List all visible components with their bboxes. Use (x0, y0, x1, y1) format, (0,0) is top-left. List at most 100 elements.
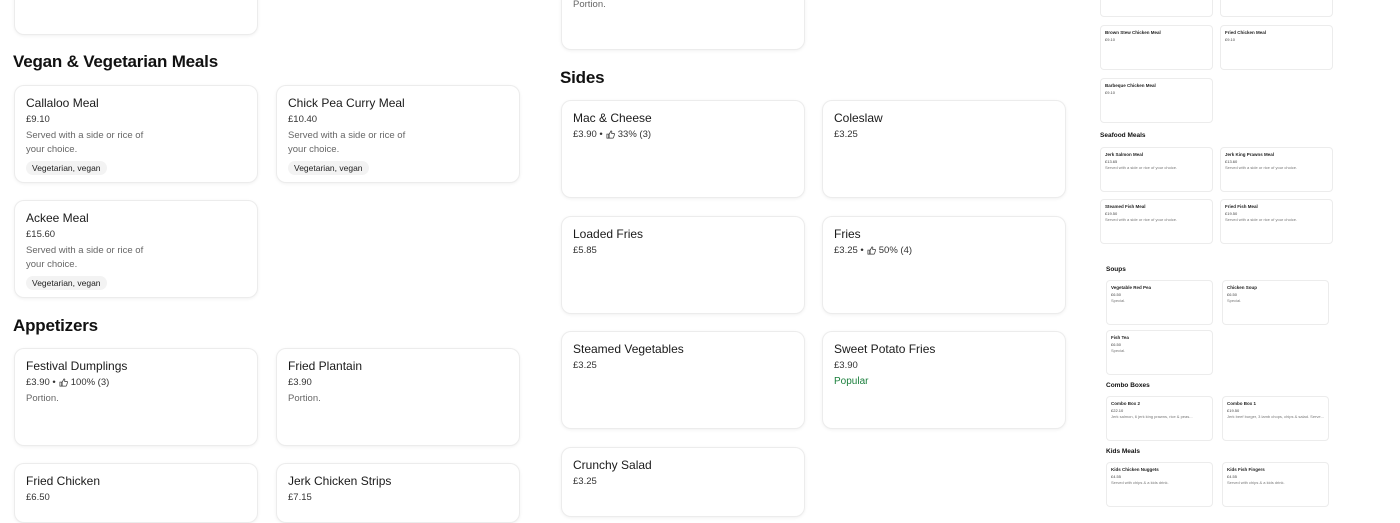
mini-item-name: Combo Box 1 (1227, 401, 1257, 406)
mini-item-brown-stew[interactable]: Brown Stew Chicken Meal £9.10 (1100, 25, 1213, 70)
item-price: £3.90 • (26, 377, 56, 388)
thumbs-up-icon (59, 378, 68, 387)
mini-item-chicken-soup[interactable]: Chicken Soup £6.50 Special. (1222, 280, 1329, 325)
mini-item-price: £6.50 (1111, 292, 1122, 297)
item-name: Fried Plantain (288, 359, 363, 373)
item-name: Coleslaw (834, 111, 883, 125)
item-price: £3.90 (288, 377, 312, 388)
item-desc: Portion. (288, 393, 321, 404)
item-name: Fried Chicken (26, 474, 101, 488)
mini-item-price: £22.10 (1111, 408, 1124, 413)
mini-item-price: £6.50 (1111, 342, 1122, 347)
mini-item-name: Fish Tea (1111, 335, 1129, 340)
mini-item-price: £9.10 (1225, 37, 1236, 42)
mini-item-name: Kids Chicken Nuggets (1111, 467, 1159, 472)
menu-item-coleslaw[interactable]: Coleslaw £3.25 (822, 100, 1066, 198)
item-name: Sweet Potato Fries (834, 342, 936, 356)
mini-item-jerk-prawns[interactable]: Jerk King Prawns Meal £13.60 Served with… (1220, 147, 1333, 192)
menu-item-sweet-potato[interactable]: Sweet Potato Fries £3.90 Popular (822, 331, 1066, 429)
mini-item-veg-red-pea[interactable]: Vegetable Red Pea £6.50 Special. (1106, 280, 1213, 325)
mini-item-name: Jerk Salmon Meal (1105, 152, 1144, 157)
mini-section-kids: Kids Meals (1106, 448, 1140, 455)
item-name: Fries (834, 227, 861, 241)
top-middle-card[interactable]: Portion. (561, 0, 805, 50)
mini-item-name: Kids Fish Fingers (1227, 467, 1265, 472)
mini-item-kids-nuggets[interactable]: Kids Chicken Nuggets £4.55 Served with c… (1106, 462, 1213, 507)
mini-item-jerk-salmon[interactable]: Jerk Salmon Meal £13.65 Served with a si… (1100, 147, 1213, 192)
item-price: £3.90 (834, 360, 858, 371)
item-rating: 100% (3) (70, 377, 110, 388)
diet-tag: Vegetarian, vegan (26, 276, 107, 290)
item-rating: 50% (4) (878, 245, 913, 256)
mini-item-desc: Special. (1227, 298, 1242, 303)
item-name: Crunchy Salad (573, 458, 652, 472)
item-price: £3.25 (834, 129, 858, 140)
mini-card-top-right[interactable] (1220, 0, 1333, 17)
mini-item-name: Fried Fish Meal (1225, 204, 1258, 209)
mini-card-top-left[interactable] (1100, 0, 1213, 17)
mini-item-combo-1[interactable]: Combo Box 1 £19.50 Jerk beef burger, 3 l… (1222, 396, 1329, 441)
thumbs-up-icon (867, 246, 876, 255)
mini-item-fried-chicken-meal[interactable]: Fried Chicken Meal £9.10 (1220, 25, 1333, 70)
item-price: £6.50 (26, 492, 50, 503)
mini-item-name: Steamed Fish Meal (1105, 204, 1146, 209)
mini-item-name: Jerk King Prawns Meal (1225, 152, 1275, 157)
mini-section-combo: Combo Boxes (1106, 382, 1150, 389)
menu-item-ackee[interactable]: Ackee Meal £15.60 Served with a side or … (14, 200, 258, 298)
section-title-sides: Sides (560, 68, 605, 87)
item-price: £3.90 • (573, 129, 603, 140)
menu-item-chickpea[interactable]: Chick Pea Curry Meal £10.40 Served with … (276, 85, 520, 183)
item-price: £3.25 (573, 476, 597, 487)
item-price: £15.60 (26, 229, 56, 240)
item-name: Steamed Vegetables (573, 342, 684, 356)
menu-item-fries[interactable]: Fries £3.25 • 50% (4) (822, 216, 1066, 314)
menu-item-plantain[interactable]: Fried Plantain £3.90 Portion. (276, 348, 520, 446)
item-price-row: £3.90 • 33% (3) (573, 129, 793, 140)
mini-item-desc: Served with a side or rice of your choic… (1105, 165, 1178, 170)
mini-item-name: Chicken Soup (1227, 285, 1258, 290)
mini-item-fish-tea[interactable]: Fish Tea £6.50 Special. (1106, 330, 1213, 375)
item-price: £9.10 (26, 114, 50, 125)
menu-item-callaloo[interactable]: Callaloo Meal £9.10 Served with a side o… (14, 85, 258, 183)
mini-item-desc: Jerk salmon, 6 jerk king prawns, rice & … (1111, 414, 1193, 419)
mini-item-bbq-chicken[interactable]: Barbeque Chicken Meal £9.10 (1100, 78, 1213, 123)
item-rating: 33% (3) (617, 129, 652, 140)
menu-item-crunchy-salad[interactable]: Crunchy Salad £3.25 (561, 447, 805, 517)
item-desc: Served with a side or rice of your choic… (288, 130, 406, 155)
item-price: £7.15 (288, 492, 312, 503)
item-name: Chick Pea Curry Meal (288, 96, 405, 110)
mini-item-kids-fish-fingers[interactable]: Kids Fish Fingers £4.55 Served with chip… (1222, 462, 1329, 507)
item-name: Callaloo Meal (26, 96, 99, 110)
item-price: £3.25 (573, 360, 597, 371)
item-price-row: £3.25 • 50% (4) (834, 245, 1054, 256)
menu-item-steamed-veg[interactable]: Steamed Vegetables £3.25 (561, 331, 805, 429)
mini-item-desc: Jerk beef burger, 3 lamb chops, chips & … (1227, 414, 1324, 419)
item-name: Jerk Chicken Strips (288, 474, 392, 488)
mini-item-name: Vegetable Red Pea (1111, 285, 1152, 290)
mini-item-steamed-fish[interactable]: Steamed Fish Meal £19.50 Served with a s… (1100, 199, 1213, 244)
menu-item-jerk-strips[interactable]: Jerk Chicken Strips £7.15 (276, 463, 520, 523)
top-left-card[interactable] (14, 0, 258, 35)
menu-item-fried-chicken[interactable]: Fried Chicken £6.50 (14, 463, 258, 523)
mini-item-price: £4.55 (1111, 474, 1122, 479)
mini-item-price: £9.10 (1105, 37, 1116, 42)
menu-item-loaded-fries[interactable]: Loaded Fries £5.85 (561, 216, 805, 314)
menu-item-festival[interactable]: Festival Dumplings £3.90 • 100% (3) Port… (14, 348, 258, 446)
item-name: Loaded Fries (573, 227, 644, 241)
diet-tag: Vegetarian, vegan (288, 161, 369, 175)
mini-item-name: Brown Stew Chicken Meal (1105, 30, 1161, 35)
mini-item-price: £9.10 (1105, 90, 1116, 95)
item-price: £5.85 (573, 245, 597, 256)
popular-badge: Popular (834, 376, 869, 387)
mini-item-price: £13.60 (1225, 159, 1238, 164)
mini-item-fried-fish[interactable]: Fried Fish Meal £19.50 Served with a sid… (1220, 199, 1333, 244)
menu-item-mac-cheese[interactable]: Mac & Cheese £3.90 • 33% (3) (561, 100, 805, 198)
item-name: Festival Dumplings (26, 359, 128, 373)
mini-section-seafood: Seafood Meals (1100, 132, 1146, 139)
mini-item-name: Combo Box 2 (1111, 401, 1141, 406)
item-desc: Served with a side or rice of your choic… (26, 245, 144, 270)
section-title-vegan: Vegan & Vegetarian Meals (13, 52, 218, 71)
mini-item-price: £6.50 (1227, 292, 1238, 297)
mini-item-price: £13.65 (1105, 159, 1118, 164)
mini-item-combo-2[interactable]: Combo Box 2 £22.10 Jerk salmon, 6 jerk k… (1106, 396, 1213, 441)
